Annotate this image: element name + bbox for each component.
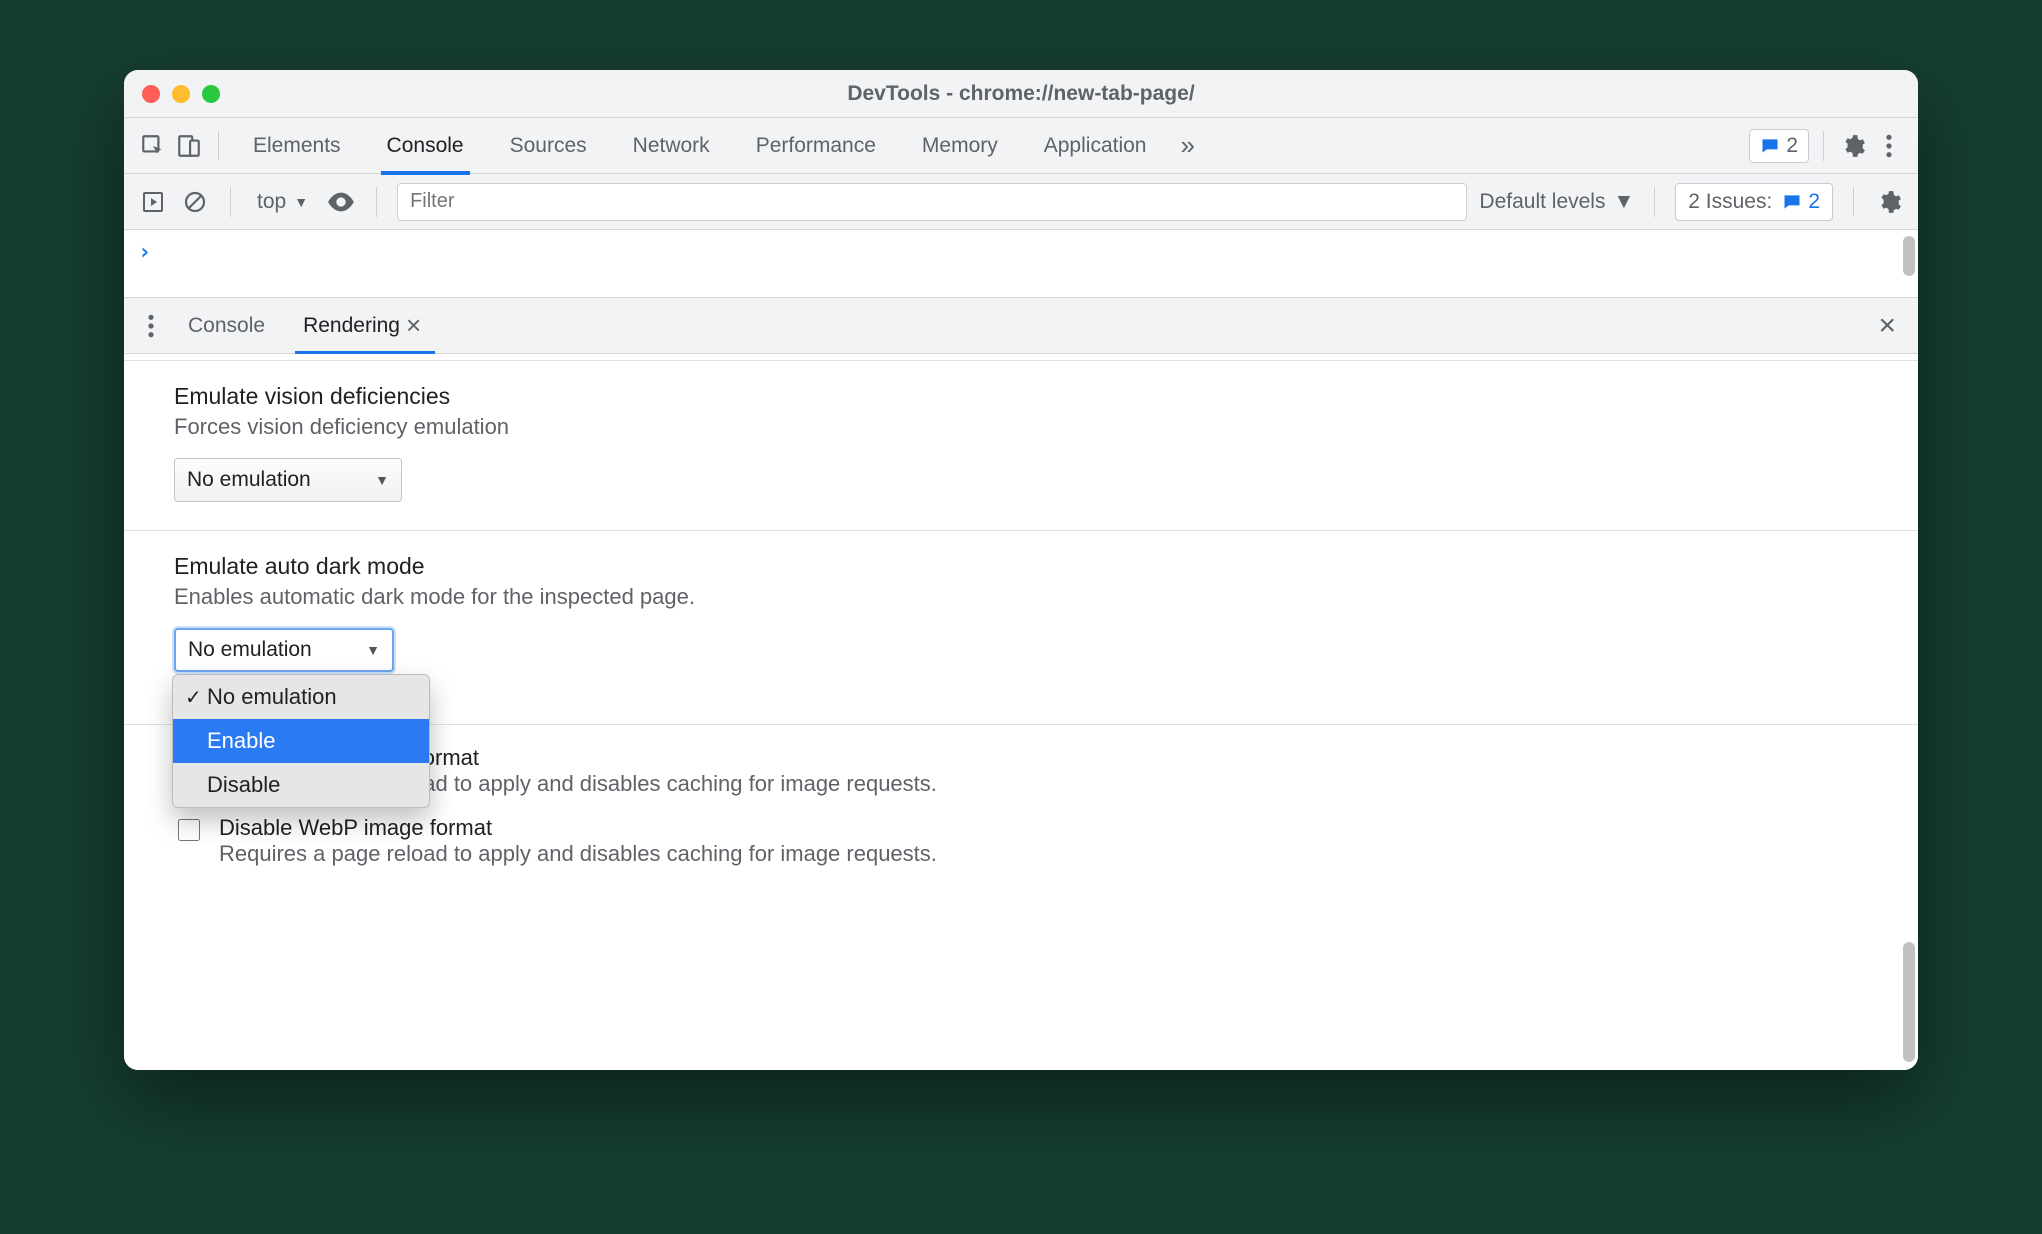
separator [376, 187, 377, 217]
console-prompt-icon: › [138, 240, 151, 265]
window-title: DevTools - chrome://new-tab-page/ [124, 82, 1918, 106]
disable-webp-checkbox[interactable] [178, 819, 200, 841]
separator [218, 131, 219, 161]
vision-deficiency-select[interactable]: No emulation ▼ [174, 458, 402, 502]
tab-application[interactable]: Application [1024, 118, 1167, 174]
context-selector[interactable]: top ▼ [251, 190, 314, 214]
titlebar: DevTools - chrome://new-tab-page/ [124, 70, 1918, 118]
separator [1654, 187, 1655, 217]
scrollbar-thumb[interactable] [1903, 942, 1915, 1062]
chevron-down-icon: ▼ [1613, 190, 1634, 214]
section-heading: Emulate auto dark mode [174, 553, 1868, 580]
main-tabstrip: Elements Console Sources Network Perform… [124, 118, 1918, 174]
section-heading: Emulate vision deficiencies [174, 383, 1868, 410]
close-window-button[interactable] [142, 85, 160, 103]
separator [230, 187, 231, 217]
drawer-tab-console[interactable]: Console [172, 298, 281, 354]
log-levels-label: Default levels [1479, 190, 1605, 214]
drawer-tabstrip: Console Rendering × × [124, 298, 1918, 354]
devtools-window: DevTools - chrome://new-tab-page/ Elemen… [124, 70, 1918, 1070]
settings-icon[interactable] [1838, 131, 1868, 161]
tab-performance[interactable]: Performance [736, 118, 896, 174]
messages-badge[interactable]: 2 [1749, 129, 1809, 163]
separator [1853, 187, 1854, 217]
minimize-window-button[interactable] [172, 85, 190, 103]
console-filterbar: top ▼ Default levels ▼ 2 Issues: [124, 174, 1918, 230]
section-vision-deficiencies: Emulate vision deficiencies Forces visio… [124, 361, 1918, 531]
chevron-down-icon: ▼ [294, 194, 308, 210]
maximize-window-button[interactable] [202, 85, 220, 103]
tab-memory[interactable]: Memory [902, 118, 1018, 174]
inspect-element-icon[interactable] [138, 131, 168, 161]
message-icon [1760, 136, 1780, 156]
checkbox-label: Disable WebP image format [219, 815, 937, 841]
auto-dark-mode-dropdown[interactable]: No emulation Enable Disable [172, 674, 430, 808]
drawer-kebab-menu-icon[interactable] [136, 311, 166, 341]
dropdown-option-enable[interactable]: Enable [173, 719, 429, 763]
tab-console[interactable]: Console [367, 118, 484, 174]
tab-elements[interactable]: Elements [233, 118, 361, 174]
more-tabs-icon[interactable]: » [1172, 130, 1202, 161]
live-expression-eye-icon[interactable] [326, 187, 356, 217]
scrollbar-thumb[interactable] [1903, 236, 1915, 276]
kebab-menu-icon[interactable] [1874, 131, 1904, 161]
disable-webp-row: Disable WebP image format Requires a pag… [124, 815, 1918, 867]
console-settings-icon[interactable] [1874, 187, 1904, 217]
close-drawer-icon[interactable]: × [1868, 309, 1906, 343]
tab-sources[interactable]: Sources [490, 118, 607, 174]
filter-input[interactable] [397, 183, 1467, 221]
select-value: No emulation [187, 468, 311, 492]
close-rendering-tab-icon[interactable]: × [400, 310, 427, 341]
window-controls [142, 85, 220, 103]
chevron-down-icon: ▼ [375, 472, 389, 488]
clear-console-icon[interactable] [180, 187, 210, 217]
drawer-tab-rendering[interactable]: Rendering × [287, 298, 443, 354]
execution-play-icon[interactable] [138, 187, 168, 217]
select-value: No emulation [188, 638, 312, 662]
message-icon [1782, 192, 1802, 212]
issues-button[interactable]: 2 Issues: 2 [1675, 183, 1833, 221]
device-toggle-icon[interactable] [174, 131, 204, 161]
chevron-down-icon: ▼ [366, 642, 380, 658]
log-levels-select[interactable]: Default levels ▼ [1479, 190, 1634, 214]
issues-label: 2 Issues: [1688, 190, 1772, 214]
dropdown-option-no-emulation[interactable]: No emulation [173, 675, 429, 719]
checkbox-description: Requires a page reload to apply and disa… [219, 841, 937, 867]
separator [1823, 131, 1824, 161]
auto-dark-mode-select[interactable]: No emulation ▼ [174, 628, 394, 672]
issues-count: 2 [1808, 190, 1820, 214]
section-description: Enables automatic dark mode for the insp… [174, 584, 1868, 610]
dropdown-option-disable[interactable]: Disable [173, 763, 429, 807]
rendering-panel: Emulate vision deficiencies Forces visio… [124, 354, 1918, 1070]
messages-count: 2 [1786, 134, 1798, 158]
context-label: top [257, 190, 286, 214]
section-description: Forces vision deficiency emulation [174, 414, 1868, 440]
tab-network[interactable]: Network [613, 118, 730, 174]
console-input-area[interactable]: › [124, 230, 1918, 298]
